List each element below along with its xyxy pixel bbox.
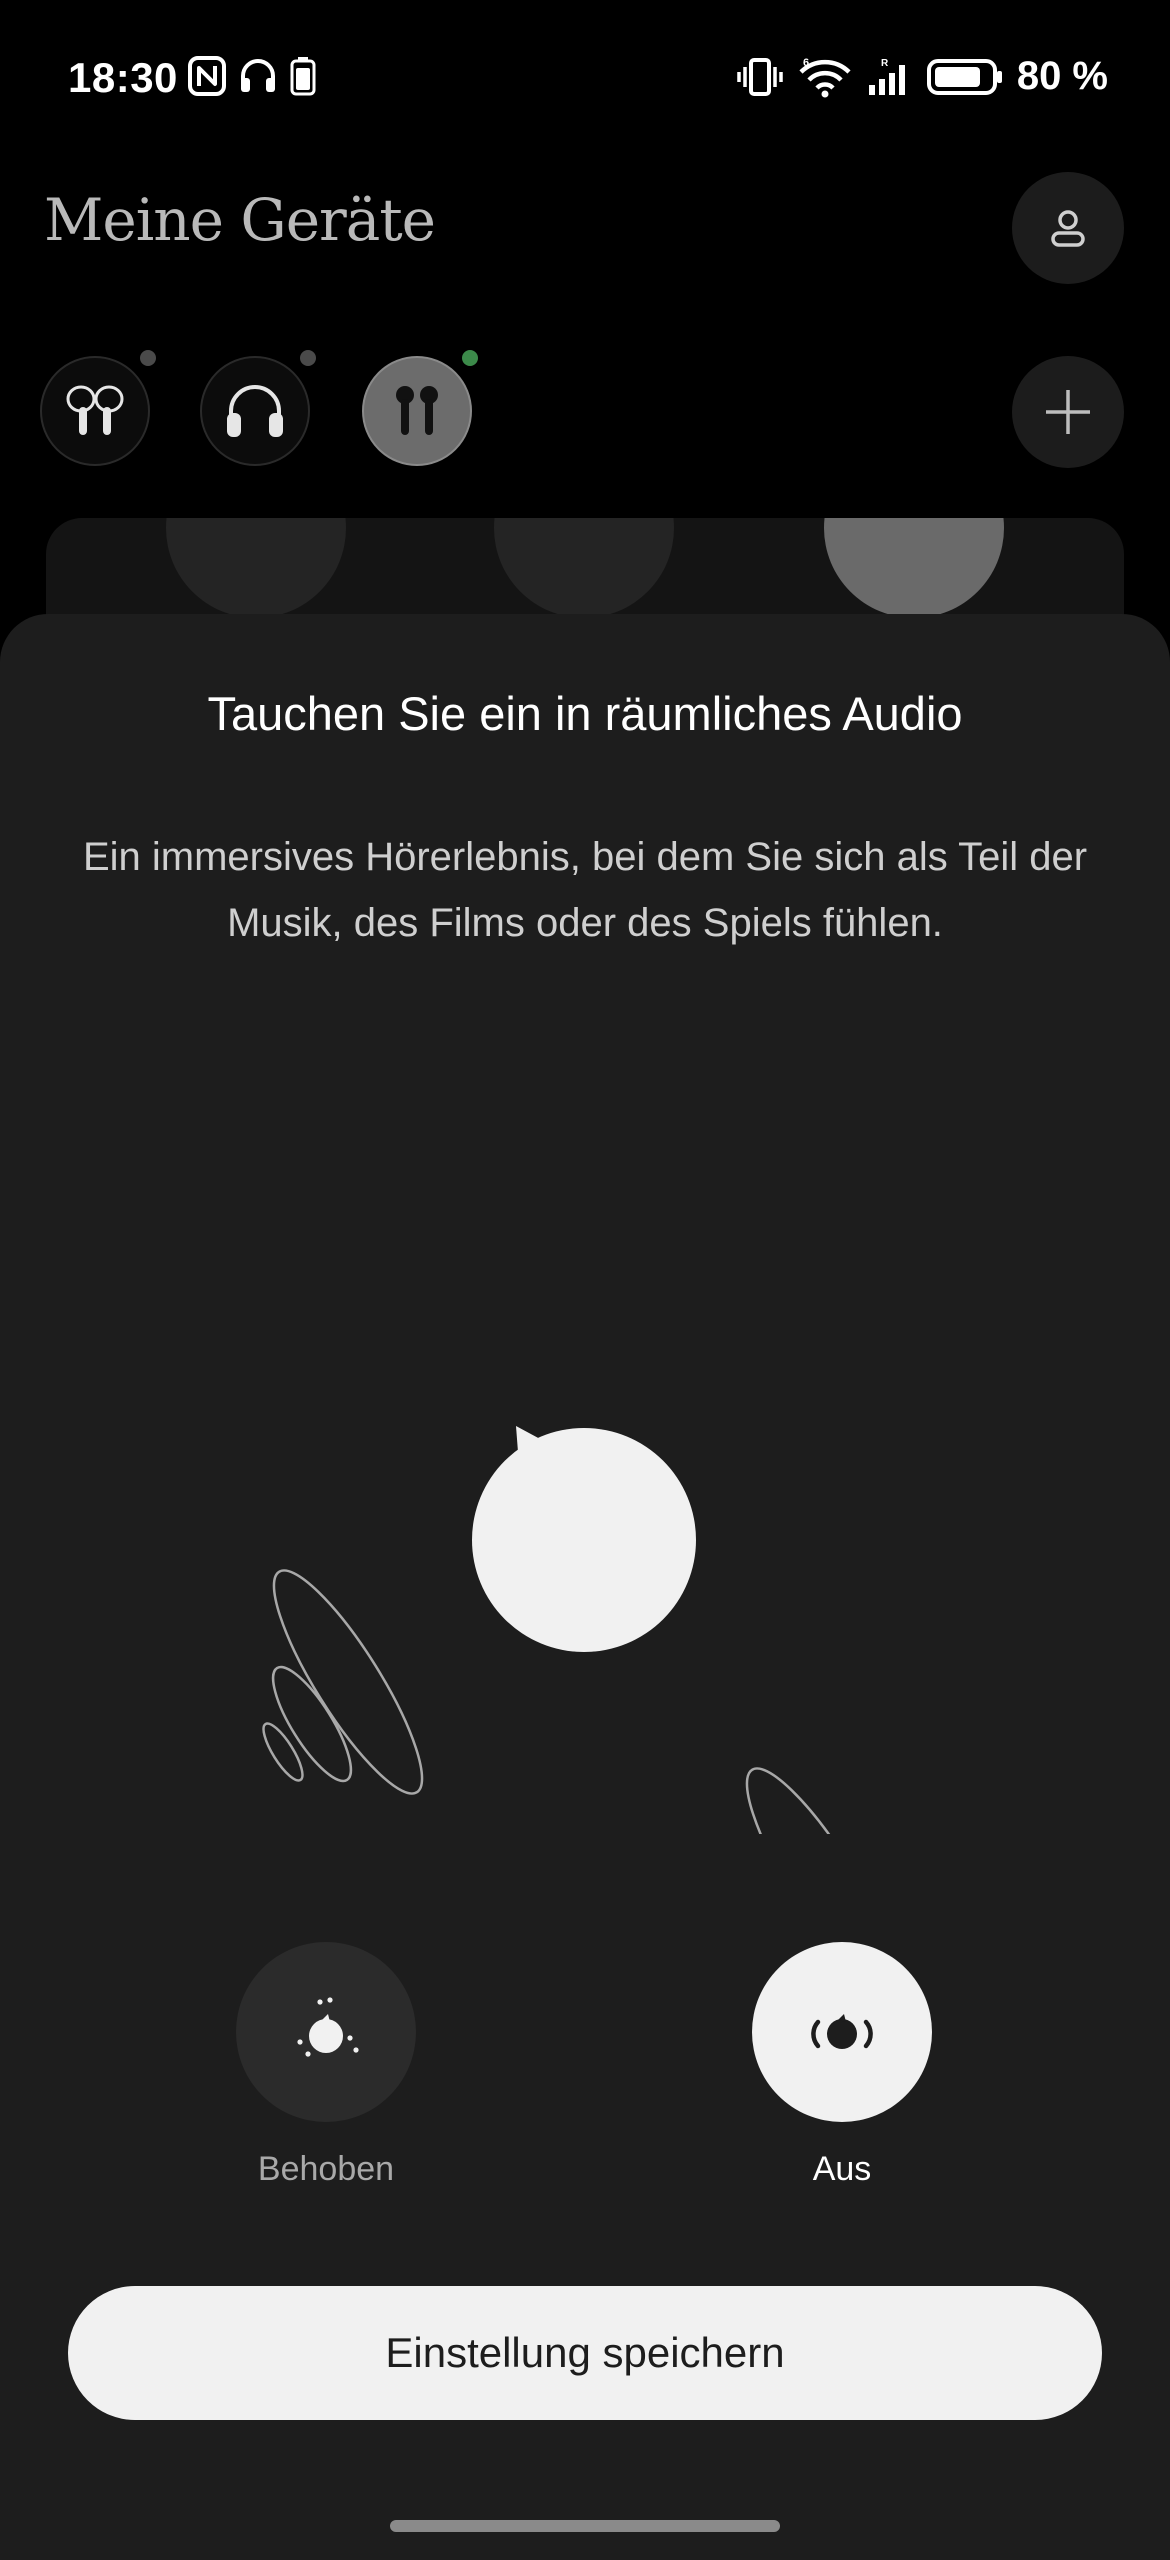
status-left-icons: [188, 56, 316, 96]
background-card-circle: [824, 518, 1004, 618]
sound-wave-right-icon: [745, 1767, 897, 1834]
sound-wave-left-icon: [262, 1569, 424, 1795]
vibrate-icon: [737, 57, 783, 96]
mode-option-fixed-label: Behoben: [257, 2150, 395, 2188]
sheet-description: Ein immersives Hörerlebnis, bei dem Sie …: [82, 835, 1088, 945]
mode-option-off-circle[interactable]: [752, 1942, 932, 2122]
save-setting-button[interactable]: Einstellung speichern: [68, 2286, 1102, 2420]
spatial-fixed-icon: [297, 1997, 359, 2057]
signal-icon: R: [868, 58, 905, 95]
status-time: 18:30: [68, 54, 178, 101]
headphones-icon: [227, 385, 283, 437]
headphones-icon: [241, 59, 275, 92]
background-card-circle: [494, 518, 674, 618]
device-chip-earbuds[interactable]: [40, 356, 150, 466]
mode-option-off-label: Aus: [812, 2150, 872, 2188]
spatial-audio-sheet: Tauchen Sie ein in räumliches Audio Ein …: [0, 614, 1170, 2560]
person-icon: [1051, 210, 1085, 247]
wifi-icon: 6: [799, 57, 851, 97]
battery-icon: [926, 58, 1002, 95]
svg-text:R: R: [881, 58, 889, 69]
listener-head-icon: [472, 1426, 696, 1652]
sheet-title: Tauchen Sie ein in räumliches Audio: [207, 687, 963, 740]
profile-button[interactable]: [1012, 172, 1124, 284]
earbuds-stem-icon: [396, 386, 438, 435]
earbuds-icon: [66, 385, 124, 435]
mode-option-fixed-circle[interactable]: [236, 1942, 416, 2122]
plus-icon: [1046, 390, 1090, 434]
home-indicator[interactable]: [390, 2520, 780, 2532]
device-chip-headphones[interactable]: [200, 356, 310, 466]
nfc-icon: [188, 56, 226, 96]
headset-battery-icon: [290, 57, 316, 96]
device-chip-earbuds-selected[interactable]: [362, 356, 472, 466]
device-status-dot: [300, 350, 316, 366]
status-right-icons: 6 R 80 %: [737, 54, 1108, 99]
status-bar: 18:30 6 R 80 %: [0, 0, 1170, 160]
mode-option-fixed[interactable]: Behoben: [236, 1942, 416, 2189]
battery-percent: 80 %: [1016, 54, 1108, 98]
page-title: Meine Geräte: [44, 186, 436, 254]
mode-option-off[interactable]: Aus: [752, 1942, 932, 2189]
spatial-audio-illustration: [262, 1426, 897, 1834]
device-status-dot: [140, 350, 156, 366]
device-status-dot-online: [462, 350, 478, 366]
add-device-button[interactable]: [1012, 356, 1124, 468]
background-card-circle: [166, 518, 346, 618]
spatial-off-icon: [811, 2014, 873, 2049]
